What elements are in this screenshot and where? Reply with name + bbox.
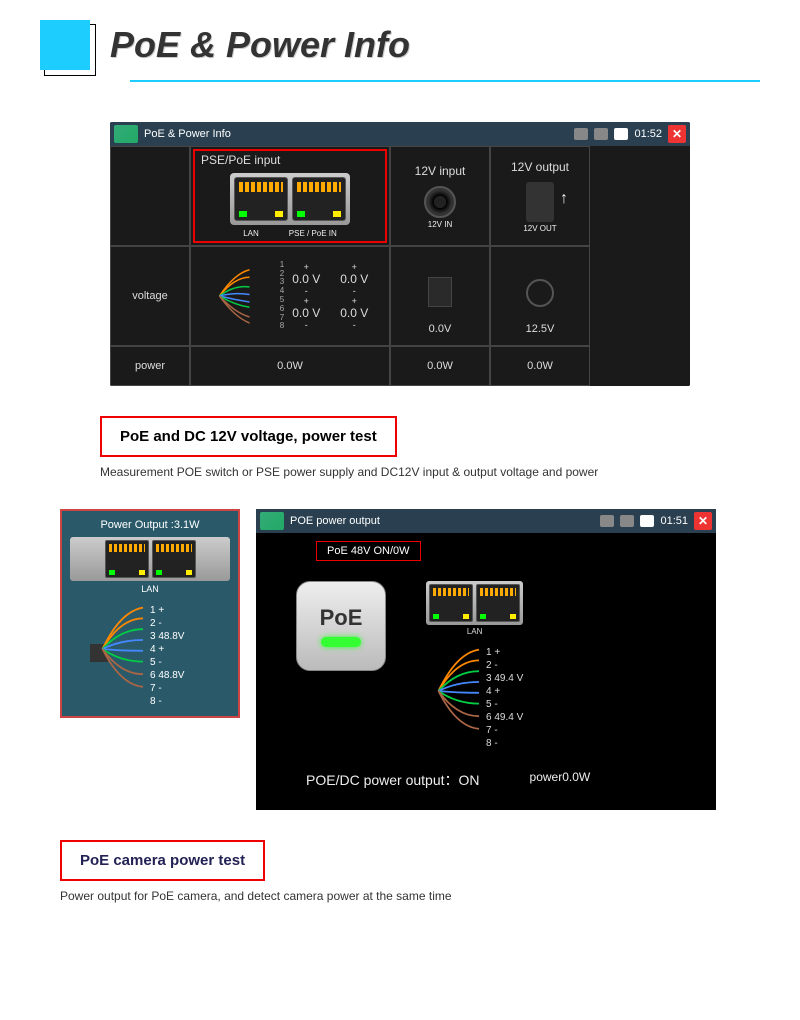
rj45-lan [234, 177, 288, 221]
ethernet-wires-icon [100, 604, 150, 694]
pin8: 8 - [150, 695, 230, 708]
rj45-port [152, 540, 196, 578]
adapter-icon [428, 277, 452, 307]
status-icon [620, 515, 634, 527]
close-button[interactable]: ✕ [694, 512, 712, 530]
12vin-voltage: 0.0V [390, 246, 490, 346]
12vout-value: 12.5V [526, 323, 555, 335]
12v-in-label: 12V input [415, 164, 466, 178]
vol-icon [260, 512, 284, 530]
poe-toggle-button[interactable]: PoE [296, 581, 386, 671]
vol-icon [114, 125, 138, 143]
pin1: 1 + [486, 646, 523, 659]
status-icon [594, 128, 608, 140]
pin2: 2 - [150, 617, 230, 630]
accent-block [40, 20, 90, 70]
caption2-desc: Power output for PoE camera, and detect … [60, 889, 800, 903]
12v-output-header: 12V output 12V OUT [490, 146, 590, 246]
rj45-lan [429, 584, 473, 622]
dc-out-icon [526, 182, 554, 222]
pin3: 3 48.8V [150, 630, 230, 643]
dc-jack-icon [424, 186, 456, 218]
poe-right-panel: LAN 1 + 2 - 3 49.4 V 4 + 5 - 6 49.4 V 7 … [426, 581, 523, 750]
lan-label: LAN [426, 627, 523, 636]
header-section: PoE & Power Info [0, 0, 800, 92]
pin6: 6 49.4 V [486, 711, 523, 724]
app-title: PoE & Power Info [144, 128, 231, 140]
pse-power: 0.0W [190, 346, 390, 386]
voltage-row-label: voltage [110, 246, 190, 346]
rj45-pse [292, 177, 346, 221]
rj45-port [476, 584, 520, 622]
12vin-power: 0.0W [390, 346, 490, 386]
poe-status-badge: PoE 48V ON/0W [316, 541, 421, 561]
pse-v3: 0.0 V [292, 306, 320, 320]
led-indicator-icon [321, 637, 361, 647]
pse-voltage-cell: 12345678 +0.0 V-+0.0 V- +0.0 V-+0.0 V- [190, 246, 390, 346]
clock: 01:51 [660, 515, 688, 527]
cable-icon [526, 279, 554, 307]
status-bar: POE power output 01:51 ✕ [256, 509, 716, 533]
pin7: 7 - [486, 724, 523, 737]
12vin-value: 0.0V [429, 323, 452, 335]
12vout-voltage: 12.5V [490, 246, 590, 346]
poe-btn-label: PoE [320, 605, 363, 631]
lan-label: LAN [243, 229, 259, 238]
ethernet-wires-icon [212, 266, 272, 326]
pse-header-cell: PSE/PoE input LAN PSE / PoE IN [190, 146, 390, 246]
ethernet-wires-icon [436, 646, 486, 736]
caption1-heading: PoE and DC 12V voltage, power test [100, 416, 397, 457]
pin-readout: 1 + 2 - 3 48.8V 4 + 5 - 6 48.8V 7 - 8 - [100, 604, 230, 708]
pin2: 2 - [486, 659, 523, 672]
rj45-lan [105, 540, 149, 578]
rj45-ports [426, 581, 523, 625]
12vout-port-label: 12V OUT [523, 224, 556, 233]
12v-input-header: 12V input 12V IN [390, 146, 490, 246]
battery-icon [614, 128, 628, 140]
pin1: 1 + [150, 604, 230, 617]
pse-header: PSE/PoE input [201, 153, 280, 167]
pin4: 4 + [150, 643, 230, 656]
pin7: 7 - [150, 682, 230, 695]
12vin-port-label: 12V IN [428, 220, 452, 229]
pin8: 8 - [486, 737, 523, 750]
12v-out-label: 12V output [511, 160, 569, 174]
pse-v2: 0.0 V [340, 272, 368, 286]
caption1-desc: Measurement POE switch or PSE power supp… [100, 465, 800, 479]
pin-readout: 1 + 2 - 3 49.4 V 4 + 5 - 6 49.4 V 7 - 8 … [436, 646, 523, 750]
12vout-power: 0.0W [490, 346, 590, 386]
rj45-ports [70, 537, 230, 581]
status-bar: PoE & Power Info 01:52 ✕ [110, 122, 690, 146]
status-icon [574, 128, 588, 140]
clock: 01:52 [634, 128, 662, 140]
status-icon [600, 515, 614, 527]
poe-power-value: power0.0W [530, 770, 591, 790]
pse-v4: 0.0 V [340, 306, 368, 320]
title-underline [130, 80, 760, 82]
pin6: 6 48.8V [150, 669, 230, 682]
empty-cell [110, 146, 190, 246]
pin3: 3 49.4 V [486, 672, 523, 685]
page-title: PoE & Power Info [110, 24, 410, 66]
poe-power-output-screen: POE power output 01:51 ✕ PoE 48V ON/0W P… [256, 509, 716, 810]
pin5: 5 - [486, 698, 523, 711]
pin4: 4 + [486, 685, 523, 698]
power-output-label: Power Output :3.1W [70, 519, 230, 531]
battery-icon [640, 515, 654, 527]
lan-label: LAN [70, 584, 230, 594]
pse-label: PSE / PoE IN [289, 229, 337, 238]
pse-v1: 0.0 V [292, 272, 320, 286]
close-button[interactable]: ✕ [668, 125, 686, 143]
app-title: POE power output [290, 515, 380, 527]
rj45-ports [230, 173, 350, 225]
pin5: 5 - [150, 656, 230, 669]
poe-power-info-screen: PoE & Power Info 01:52 ✕ PSE/PoE input L… [110, 122, 690, 386]
poedc-status: POE/DC power output：ON [306, 770, 480, 790]
power-output-panel: Power Output :3.1W LAN 1 + 2 - 3 48.8V 4… [60, 509, 240, 718]
caption2-heading: PoE camera power test [60, 840, 265, 881]
power-row-label: power [110, 346, 190, 386]
